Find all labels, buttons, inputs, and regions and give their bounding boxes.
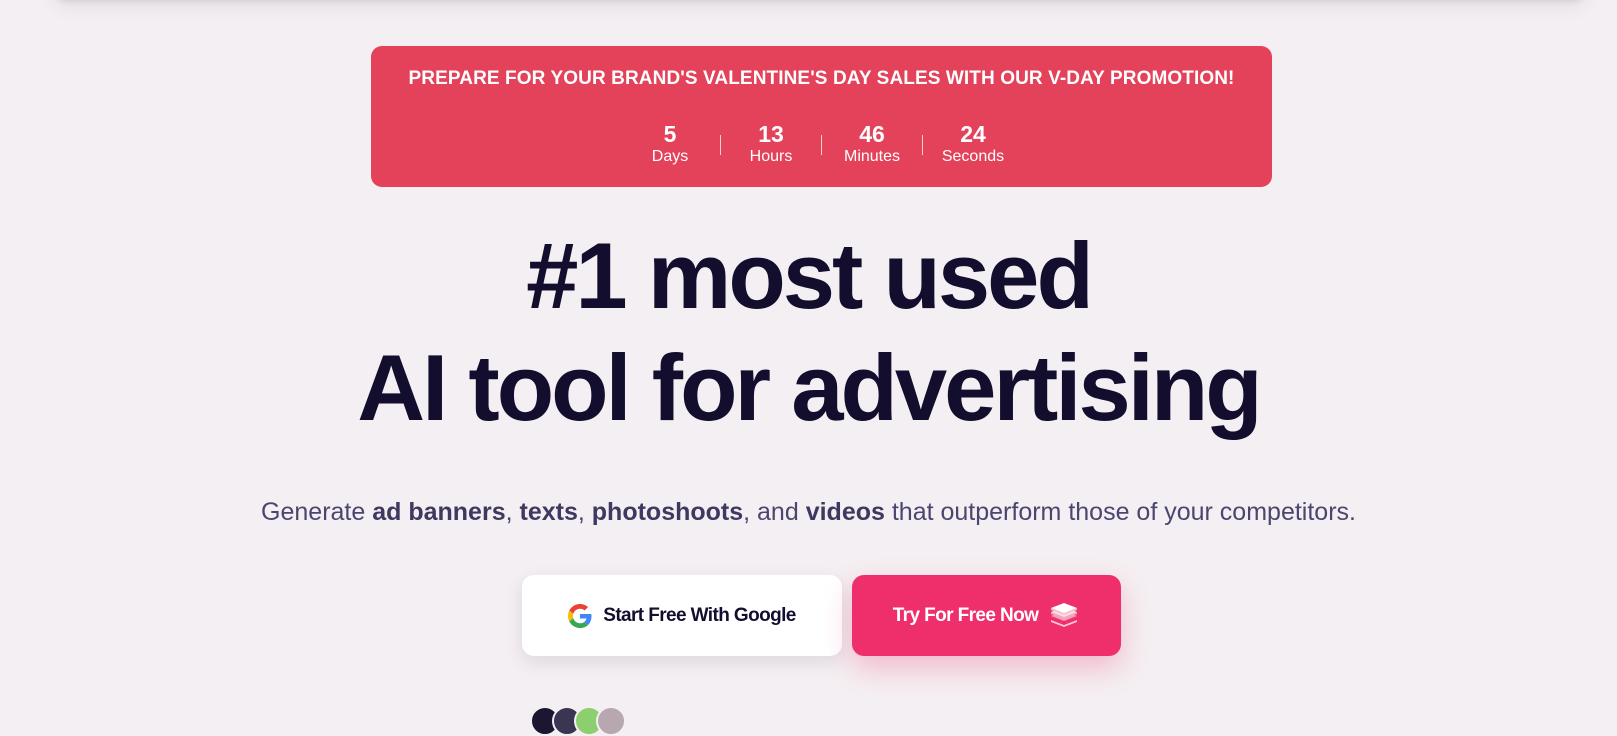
user-avatars bbox=[530, 706, 660, 736]
countdown-hours: 13 Hours bbox=[721, 121, 821, 167]
avatar bbox=[596, 706, 626, 736]
countdown-minutes: 46 Minutes bbox=[822, 121, 922, 167]
subheadline-separator: , and bbox=[743, 498, 806, 526]
try-for-free-now-button[interactable]: Try For Free Now bbox=[852, 575, 1121, 656]
countdown-days-value: 5 bbox=[663, 121, 677, 147]
hero-headline-line1: #1 most used bbox=[526, 223, 1094, 328]
promo-title: PREPARE FOR YOUR BRAND'S VALENTINE'S DAY… bbox=[408, 68, 1235, 89]
subheadline-ad-banners: ad banners bbox=[372, 498, 506, 526]
subheadline-photoshoots: photoshoots bbox=[591, 498, 744, 526]
subheadline-separator: , bbox=[577, 498, 592, 526]
subheadline-texts: texts bbox=[519, 498, 578, 526]
countdown-days-label: Days bbox=[651, 148, 689, 165]
countdown-timer: 5 Days 13 Hours 46 Minutes 24 Seconds bbox=[371, 121, 1272, 167]
layers-icon bbox=[1048, 600, 1080, 632]
promo-banner: PREPARE FOR YOUR BRAND'S VALENTINE'S DAY… bbox=[371, 46, 1272, 187]
hero-subheadline: Generate ad banners, texts, photoshoots,… bbox=[0, 498, 1617, 527]
countdown-minutes-label: Minutes bbox=[843, 148, 901, 165]
subheadline-separator: , bbox=[505, 498, 520, 526]
countdown-seconds-label: Seconds bbox=[941, 148, 1005, 165]
google-g-icon bbox=[568, 603, 592, 628]
countdown-days: 5 Days bbox=[620, 121, 720, 167]
subheadline-suffix: that outperform those of your competitor… bbox=[884, 498, 1356, 526]
start-free-with-google-button[interactable]: Start Free With Google bbox=[522, 575, 842, 656]
hero-headline-line2: AI tool for advertising bbox=[357, 335, 1262, 440]
countdown-seconds-value: 24 bbox=[960, 121, 986, 147]
countdown-minutes-value: 46 bbox=[859, 121, 885, 147]
countdown-hours-value: 13 bbox=[758, 121, 784, 147]
countdown-seconds: 24 Seconds bbox=[923, 121, 1023, 167]
google-button-label: Start Free With Google bbox=[603, 604, 796, 626]
countdown-hours-label: Hours bbox=[749, 148, 793, 165]
subheadline-videos: videos bbox=[805, 498, 885, 526]
try-button-label: Try For Free Now bbox=[892, 604, 1039, 626]
subheadline-prefix: Generate bbox=[261, 498, 373, 526]
